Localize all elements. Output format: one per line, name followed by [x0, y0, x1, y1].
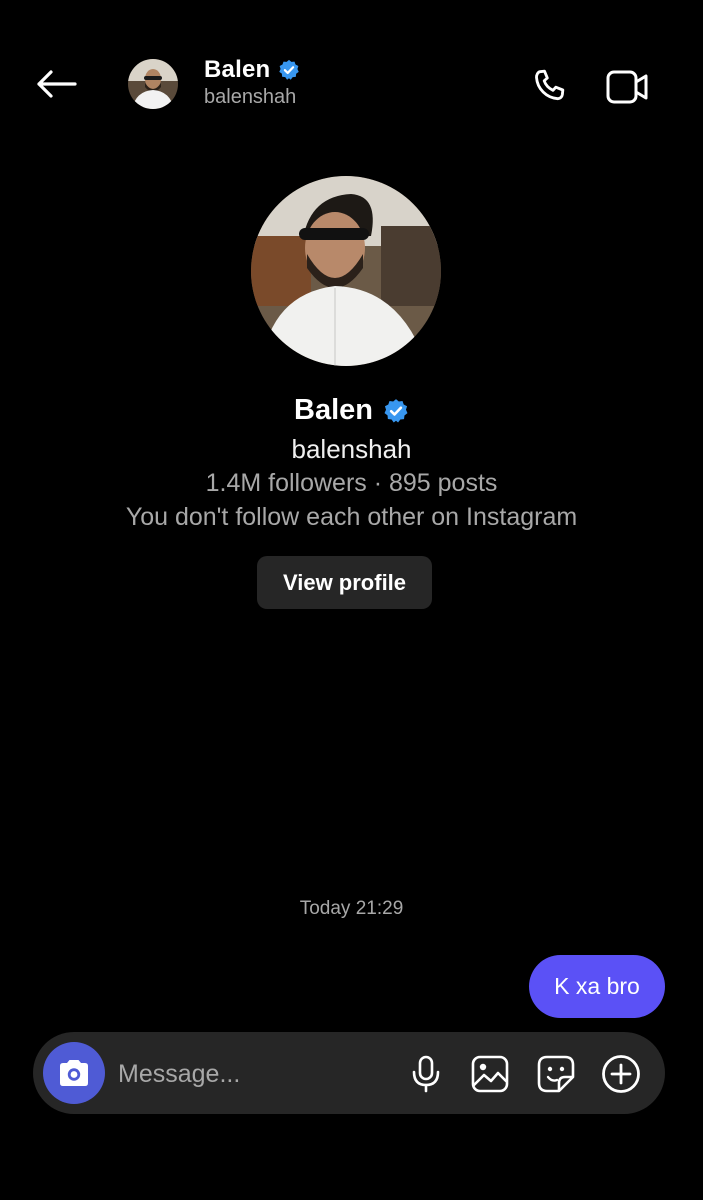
follow-status-note: You don't follow each other on Instagram — [125, 503, 578, 531]
avatar-image — [128, 59, 178, 109]
camera-button[interactable] — [43, 1042, 105, 1104]
profile-title: Balen — [0, 394, 703, 427]
header-name: Balen — [204, 56, 271, 83]
view-profile-button[interactable]: View profile — [257, 556, 432, 609]
camera-icon — [60, 1060, 88, 1086]
sent-message-bubble[interactable]: K xa bro — [529, 955, 665, 1018]
message-timestamp: Today 21:29 — [299, 898, 404, 919]
verified-badge-icon — [279, 59, 300, 80]
profile-username: balenshah — [291, 434, 412, 464]
verified-badge-icon — [384, 398, 408, 422]
more-options-button[interactable] — [599, 1052, 643, 1096]
gallery-button[interactable] — [468, 1052, 512, 1096]
profile-name: Balen — [294, 394, 373, 426]
profile-stats: 1.4M followers · 895 posts — [205, 469, 498, 497]
header-avatar[interactable] — [128, 59, 178, 109]
gallery-icon — [471, 1055, 509, 1093]
plus-circle-icon — [602, 1055, 640, 1093]
header-title[interactable]: Balen — [204, 56, 300, 84]
message-input[interactable] — [118, 1052, 388, 1096]
arrow-left-icon — [37, 70, 77, 98]
video-call-button[interactable] — [600, 60, 656, 114]
video-camera-icon — [606, 70, 648, 104]
voice-message-button[interactable] — [404, 1052, 448, 1096]
microphone-icon — [412, 1055, 440, 1093]
phone-icon — [535, 69, 565, 101]
back-button[interactable] — [28, 56, 84, 112]
sticker-button[interactable] — [534, 1052, 578, 1096]
header-username[interactable]: balenshah — [204, 86, 296, 109]
profile-photo — [251, 176, 441, 366]
profile-avatar[interactable] — [251, 176, 441, 366]
call-button[interactable] — [522, 60, 576, 114]
sticker-icon — [537, 1055, 575, 1093]
